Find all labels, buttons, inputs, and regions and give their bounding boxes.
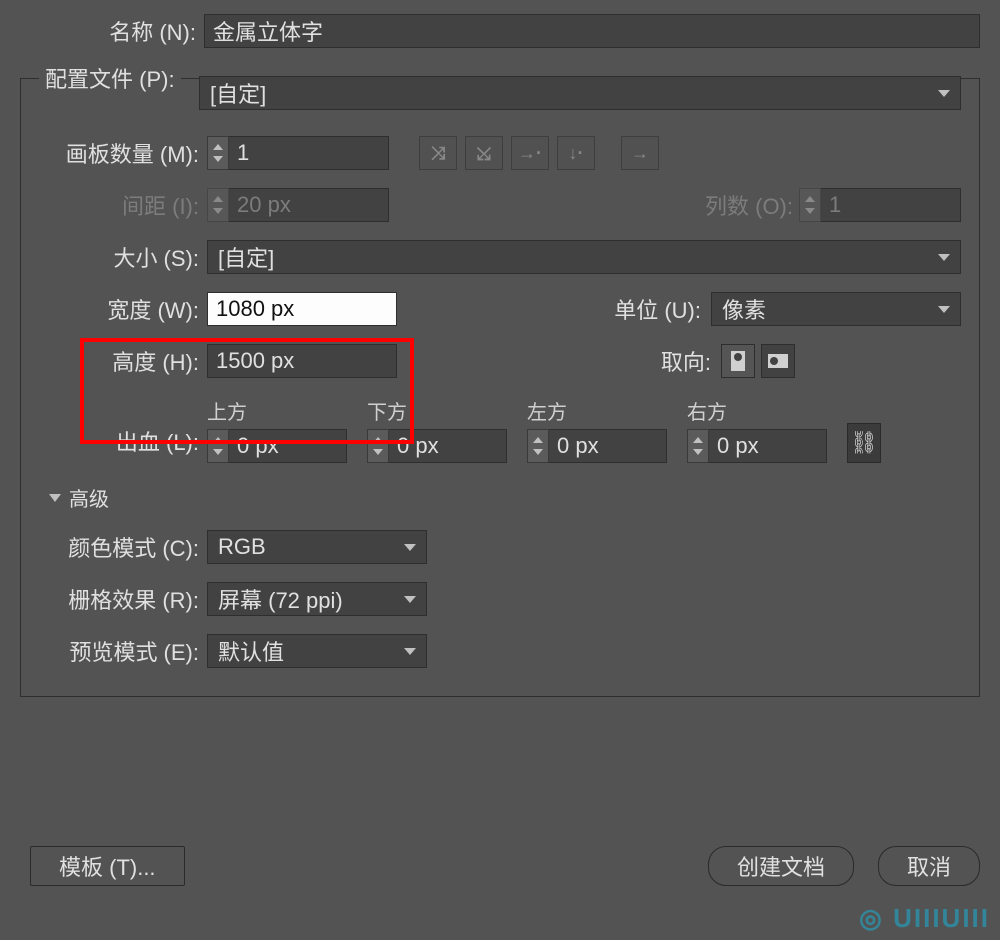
- spacing-input: [229, 188, 389, 222]
- height-input[interactable]: [207, 344, 397, 378]
- orientation-portrait-button[interactable]: [721, 344, 755, 378]
- artboard-count-input[interactable]: [229, 136, 389, 170]
- raster-value: 屏幕 (72 ppi): [218, 583, 343, 615]
- chevron-down-icon: [938, 254, 950, 261]
- units-value: 像素: [722, 293, 766, 325]
- bleed-right-label: 右方: [687, 396, 827, 425]
- profile-value: [自定]: [210, 77, 266, 109]
- chevron-down-icon: [938, 90, 950, 97]
- grid-by-col-icon[interactable]: ⤩: [465, 136, 503, 170]
- orientation-label: 取向:: [661, 345, 711, 377]
- artboard-count-label: 画板数量 (M):: [39, 137, 199, 169]
- chevron-down-icon: [404, 544, 416, 551]
- profile-dropdown[interactable]: [自定]: [199, 76, 961, 110]
- height-label: 高度 (H):: [39, 345, 199, 377]
- grid-by-row-icon[interactable]: ⤨: [419, 136, 457, 170]
- cancel-button[interactable]: 取消: [878, 846, 980, 886]
- name-label: 名称 (N):: [20, 15, 196, 47]
- color-mode-dropdown[interactable]: RGB: [207, 530, 427, 564]
- advanced-label: 高级: [69, 483, 109, 512]
- bleed-right-spinner[interactable]: [687, 429, 709, 463]
- units-label: 单位 (U):: [614, 293, 701, 325]
- spacing-spinner: [207, 188, 229, 222]
- bleed-top-label: 上方: [207, 396, 347, 425]
- columns-label: 列数 (O):: [705, 189, 793, 221]
- arrange-down-icon[interactable]: ↓·: [557, 136, 595, 170]
- bleed-top-spinner[interactable]: [207, 429, 229, 463]
- bleed-top-input[interactable]: [229, 429, 347, 463]
- profile-group: 配置文件 (P): [自定] 画板数量 (M): ⤨ ⤩ →· ↓· → 间距 …: [20, 62, 980, 697]
- units-dropdown[interactable]: 像素: [711, 292, 961, 326]
- bleed-bottom-spinner[interactable]: [367, 429, 389, 463]
- watermark: ◎ UIIIUIII: [859, 903, 990, 934]
- raster-label: 栅格效果 (R):: [39, 583, 199, 615]
- arrange-right-icon[interactable]: →·: [511, 136, 549, 170]
- artboard-count-spinner[interactable]: [207, 136, 229, 170]
- preview-value: 默认值: [218, 635, 284, 667]
- orientation-landscape-button[interactable]: [761, 344, 795, 378]
- bleed-bottom-input[interactable]: [389, 429, 507, 463]
- chevron-down-icon: [938, 306, 950, 313]
- link-bleed-icon[interactable]: ⛓: [847, 423, 881, 463]
- bleed-right-input[interactable]: [709, 429, 827, 463]
- width-label: 宽度 (W):: [39, 293, 199, 325]
- width-input[interactable]: [207, 292, 397, 326]
- create-document-button[interactable]: 创建文档: [708, 846, 854, 886]
- color-mode-label: 颜色模式 (C):: [39, 531, 199, 563]
- bleed-left-label: 左方: [527, 396, 667, 425]
- chevron-down-icon: [404, 648, 416, 655]
- profile-label: 配置文件 (P):: [39, 62, 181, 94]
- bleed-bottom-label: 下方: [367, 396, 507, 425]
- spacing-label: 间距 (I):: [39, 189, 199, 221]
- color-mode-value: RGB: [218, 534, 266, 560]
- arrange-ltr-icon[interactable]: →: [621, 136, 659, 170]
- preview-label: 预览模式 (E):: [39, 635, 199, 667]
- advanced-toggle[interactable]: 高级: [49, 483, 961, 512]
- size-value: [自定]: [218, 241, 274, 273]
- columns-spinner: [799, 188, 821, 222]
- preview-dropdown[interactable]: 默认值: [207, 634, 427, 668]
- template-button[interactable]: 模板 (T)...: [30, 846, 185, 886]
- bleed-left-spinner[interactable]: [527, 429, 549, 463]
- raster-dropdown[interactable]: 屏幕 (72 ppi): [207, 582, 427, 616]
- name-input[interactable]: [204, 14, 980, 48]
- size-dropdown[interactable]: [自定]: [207, 240, 961, 274]
- chevron-down-icon: [404, 596, 416, 603]
- columns-input: [821, 188, 961, 222]
- size-label: 大小 (S):: [39, 241, 199, 273]
- triangle-down-icon: [49, 494, 61, 502]
- bleed-label: 出血 (L):: [39, 425, 199, 457]
- bleed-left-input[interactable]: [549, 429, 667, 463]
